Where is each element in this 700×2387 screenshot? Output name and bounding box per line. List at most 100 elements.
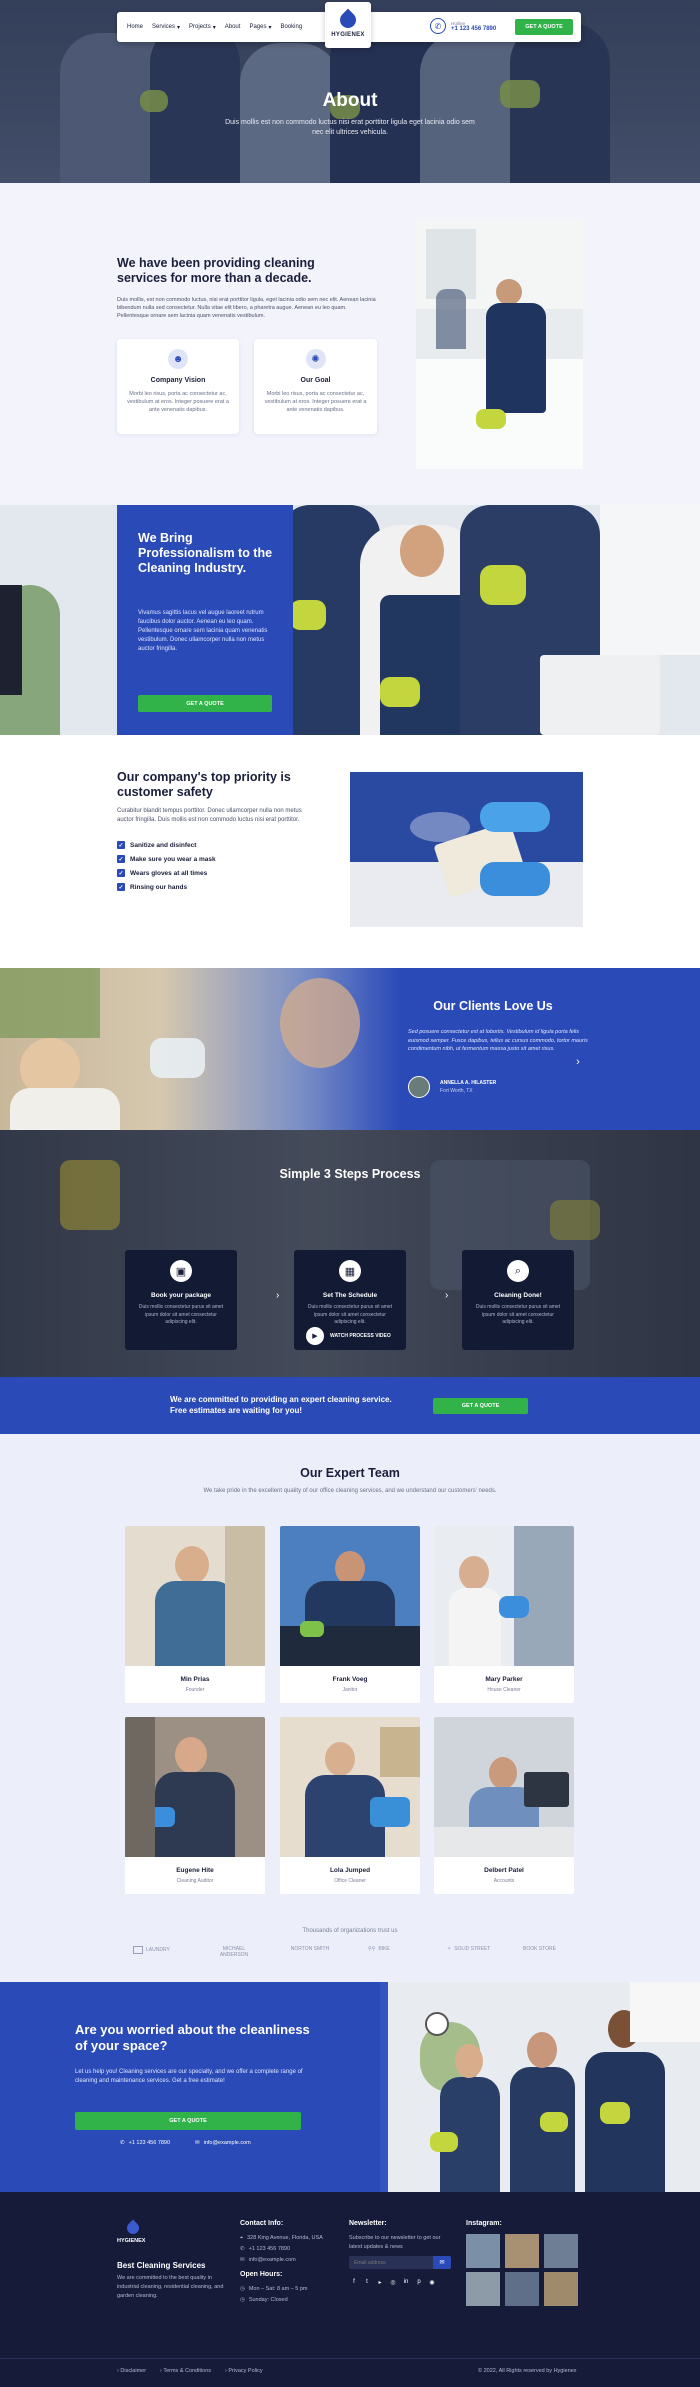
- about-photo: [416, 219, 583, 469]
- team-member-card[interactable]: Mary Parker House Cleaner: [434, 1526, 574, 1703]
- footer-address: ⌖ 328 King Avenue, Florida, USA: [240, 2235, 323, 2241]
- member-name: Delbert Patel: [484, 1867, 524, 1874]
- instagram-icon[interactable]: ◎: [388, 2277, 398, 2287]
- card-text: Morbi leo risus, porta ac consectetur ac…: [127, 391, 229, 413]
- partner-logo: NORTON SMITH: [290, 1946, 330, 1952]
- newsletter-email-input[interactable]: [349, 2256, 433, 2269]
- instagram-photo[interactable]: [505, 2234, 539, 2268]
- safety-section: Our company's top priority is customer s…: [0, 735, 700, 968]
- target-icon: ✺: [305, 349, 326, 369]
- partner-logo: ✧ SOLID STREET: [447, 1946, 491, 1952]
- nav-about[interactable]: About: [225, 24, 241, 30]
- worried-phone[interactable]: ✆ +1 123 456 7890: [120, 2140, 170, 2146]
- mail-icon: ✉: [195, 2140, 200, 2146]
- member-name: Eugene Hite: [176, 1867, 214, 1874]
- member-photo: [125, 1717, 265, 1857]
- watch-video-label: WATCH PROCESS VIDEO: [330, 1333, 391, 1339]
- hours-sunday: ◷ Sunday: Closed: [240, 2297, 288, 2303]
- location-icon: ⌖: [240, 2235, 244, 2241]
- member-name: Frank Voeg: [332, 1676, 368, 1683]
- partner-logo: BOOK STORE: [523, 1946, 556, 1952]
- worried-text: Let us help you! Cleaning services are o…: [75, 2069, 303, 2084]
- check-icon: ✓: [117, 869, 125, 877]
- site-logo[interactable]: HYGIENEX: [325, 2, 371, 48]
- watch-video-button[interactable]: ▶ WATCH PROCESS VIDEO: [306, 1327, 391, 1345]
- footer-tagline: Best Cleaning Services: [117, 2261, 206, 2270]
- member-photo: [434, 1526, 574, 1666]
- partner-logo: MICHAEL ANDERSON: [219, 1946, 249, 1958]
- footer-logo[interactable]: HYGIENEX: [117, 2219, 146, 2244]
- instagram-photo[interactable]: [544, 2272, 578, 2306]
- safety-photo: [350, 772, 583, 927]
- chevron-right-icon[interactable]: ›: [572, 1056, 584, 1068]
- chevron-down-icon: ▾: [268, 24, 272, 31]
- member-name: Min Prias: [180, 1676, 210, 1683]
- facebook-icon[interactable]: f: [349, 2277, 359, 2287]
- check-item: ✓ Rinsing our hands: [117, 883, 188, 891]
- nav-booking[interactable]: Booking: [280, 24, 302, 30]
- youtube-icon[interactable]: ▸: [375, 2277, 385, 2287]
- card-title: Our Goal: [300, 377, 331, 384]
- nav-home[interactable]: Home: [127, 24, 143, 30]
- check-item: ✓ Wears gloves at all times: [117, 869, 208, 877]
- twitter-icon[interactable]: t: [362, 2277, 372, 2287]
- cta-quote-button[interactable]: GET A QUOTE: [433, 1398, 528, 1414]
- chevron-right-icon: ›: [445, 1290, 449, 1301]
- footer-email[interactable]: ✉ info@example.com: [240, 2256, 296, 2265]
- hero-section: Home Services ▾ Projects ▾ About Pages ▾ Bo…: [0, 0, 700, 183]
- cta-section: We are committed to providing an expert …: [0, 1377, 700, 1434]
- testimonial-photo: [0, 968, 400, 1130]
- process-title: Simple 3 Steps Process: [279, 1167, 421, 1181]
- spray-icon: ⌕: [507, 1260, 529, 1282]
- check-icon: ✓: [117, 883, 125, 891]
- check-icon: ✓: [117, 855, 125, 863]
- instagram-photo[interactable]: [466, 2272, 500, 2306]
- team-member-card[interactable]: Min Prias Founder: [125, 1526, 265, 1703]
- team-member-card[interactable]: Lola Jumped Office Cleaner: [280, 1717, 420, 1894]
- member-photo: [280, 1717, 420, 1857]
- member-role: Cleaning Auditor: [176, 1878, 214, 1884]
- check-item: ✓ Sanitize and disinfect: [117, 841, 197, 849]
- linkedin-icon[interactable]: in: [401, 2277, 411, 2287]
- dribbble-icon[interactable]: ◉: [427, 2277, 437, 2287]
- newsletter-text: Subscribe to our newsletter to get our l…: [349, 2235, 441, 2250]
- hotline[interactable]: ✆ Hotline +1 123 456 7890: [430, 18, 496, 34]
- team-member-card[interactable]: Frank Voeg Janitor: [280, 1526, 420, 1703]
- nav-pages[interactable]: Pages ▾: [249, 24, 271, 31]
- step-title: Cleaning Done!: [494, 1292, 542, 1299]
- hours-title: Open Hours:: [240, 2271, 283, 2278]
- safety-checklist: ✓ Sanitize and disinfect ✓ Make sure you w…: [117, 841, 317, 897]
- nav-services[interactable]: Services ▾: [152, 24, 180, 31]
- team-member-card[interactable]: Eugene Hite Cleaning Auditor: [125, 1717, 265, 1894]
- worried-quote-button[interactable]: GET A QUOTE: [75, 2112, 301, 2130]
- testimonials-section: Our Clients Love Us Sed posuere consecte…: [0, 968, 700, 1130]
- instagram-photo[interactable]: [505, 2272, 539, 2306]
- pinterest-icon[interactable]: p: [414, 2277, 424, 2287]
- testimonials-title: Our Clients Love Us: [433, 999, 553, 1013]
- footer-about: We are committed to the best quality in …: [117, 2275, 224, 2299]
- step-text: Duis mollis consectetur purus sit amet i…: [307, 1304, 393, 1325]
- footer-phone[interactable]: ✆ +1 123 456 7890: [240, 2245, 290, 2254]
- member-role: Office Cleaner: [334, 1878, 366, 1884]
- about-section: We have been providing cleaning services…: [0, 183, 700, 505]
- team-member-card[interactable]: Delbert Patel Accounts: [434, 1717, 574, 1894]
- people-icon: ☻: [168, 349, 188, 369]
- nav-projects[interactable]: Projects ▾: [189, 24, 216, 31]
- phone-icon: ✆: [430, 18, 446, 34]
- partner-logo: LAUNDRY: [133, 1946, 170, 1954]
- member-photo: [434, 1717, 574, 1857]
- pro-quote-button[interactable]: GET A QUOTE: [138, 695, 272, 712]
- card-title: Company Vision: [150, 377, 206, 384]
- partner-logo: ⚲⚲ BIKE: [368, 1946, 390, 1952]
- instagram-photo[interactable]: [466, 2234, 500, 2268]
- newsletter-title: Newsletter:: [349, 2220, 387, 2227]
- nav-quote-button[interactable]: GET A QUOTE: [515, 19, 573, 35]
- card-text: Morbi leo risus, porta ac consectetur ac…: [264, 391, 367, 413]
- footer-logo-text: HYGIENEX: [117, 2238, 146, 2244]
- leaf-icon: ✧: [447, 1946, 452, 1952]
- phone-icon: ✆: [240, 2246, 245, 2252]
- worried-email[interactable]: ✉ info@example.com: [195, 2140, 251, 2146]
- hours-weekday: ◷ Mon – Sat: 8 am – 5 pm: [240, 2286, 308, 2292]
- instagram-photo[interactable]: [544, 2234, 578, 2268]
- send-icon[interactable]: ✉: [433, 2256, 451, 2269]
